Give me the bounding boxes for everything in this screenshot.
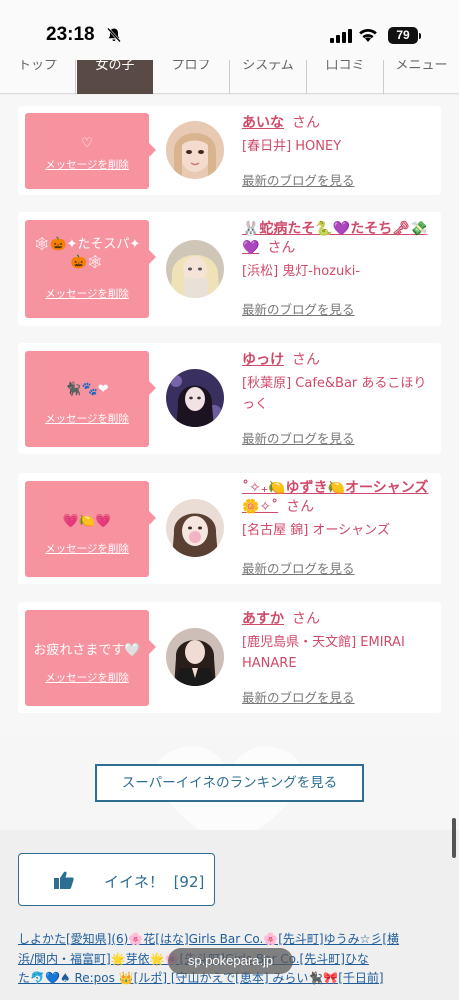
bell-muted-icon — [107, 27, 121, 43]
delete-message-link[interactable]: メッセージを削除 — [25, 411, 149, 426]
girl-info: 🐰蛇病たそ🐍💜たそち🗝💸💜 さん [浜松] 鬼灯-hozuki- — [242, 220, 436, 282]
thumbs-up-icon — [54, 871, 74, 889]
girl-info: ゆっけ さん [秋葉原] Cafe&Bar あるこほりっく — [242, 351, 436, 415]
girl-name-link[interactable]: ゆっけ — [242, 352, 284, 368]
latest-blog-link[interactable]: 最新のブログを見る — [242, 558, 355, 577]
wifi-icon — [359, 28, 377, 42]
honorific: さん — [286, 499, 315, 515]
girl-info: あいな さん [春日井] HONEY — [242, 114, 436, 157]
latest-blog-link[interactable]: 最新のブログを見る — [242, 687, 355, 706]
shop-name: [名古屋 錦] オーシャンズ — [242, 523, 390, 538]
honorific: さん — [292, 115, 320, 131]
shop-name: [秋葉原] Cafe&Bar あるこほりっく — [242, 376, 427, 412]
honorific: さん — [292, 611, 320, 627]
message-text: お疲れさまです🤍 — [33, 643, 141, 658]
message-card: 🕸🎃✦たそスパ✦🎃🕸 メッセージを削除 🐰蛇病たそ🐍💜たそち🗝💸💜 さん [浜松]… — [18, 212, 441, 326]
battery-indicator: 79 — [388, 27, 421, 44]
avatar[interactable] — [166, 499, 224, 557]
message-bubble: 🕸🎃✦たそスパ✦🎃🕸 メッセージを削除 — [25, 220, 156, 318]
message-bubble: 💗🍋💗 メッセージを削除 — [25, 481, 156, 577]
avatar[interactable] — [166, 121, 224, 179]
delete-message-link[interactable]: メッセージを削除 — [25, 541, 149, 556]
girl-name-link[interactable]: あいな — [242, 115, 284, 131]
message-card: 💗🍋💗 メッセージを削除 ˚✧₊🍋ゆずき🍋オーシャンズ🌼✧˚ さん [名古屋 錦]… — [18, 473, 441, 584]
tab-system[interactable]: システム — [230, 60, 307, 94]
avatar[interactable] — [166, 369, 224, 427]
like-count: [92] — [173, 873, 205, 891]
message-text: 🐈‍⬛🐾❤ — [65, 382, 109, 397]
tab-profile[interactable]: プロフ — [153, 60, 230, 94]
delete-message-link[interactable]: メッセージを削除 — [25, 670, 149, 685]
honorific: さん — [292, 352, 320, 368]
shop-name: [春日井] HONEY — [242, 139, 342, 154]
latest-blog-link[interactable]: 最新のブログを見る — [242, 428, 355, 447]
liked-by-links-line-1[interactable]: しよかた[愛知県](6)🌸花[はな]Girls Bar Co.🌸[先斗町]ゆうみ… — [18, 932, 399, 946]
message-text: ♡ — [81, 136, 93, 151]
scrollbar[interactable] — [452, 818, 456, 858]
tab-menu[interactable]: メニュー — [384, 60, 459, 94]
shop-name: [浜松] 鬼灯-hozuki- — [242, 264, 361, 279]
girl-info: ˚✧₊🍋ゆずき🍋オーシャンズ🌼✧˚ さん [名古屋 錦] オーシャンズ — [242, 479, 436, 541]
tab-girls[interactable]: 女の子 — [77, 60, 153, 94]
girl-name-link[interactable]: あすか — [242, 611, 284, 627]
girl-name-link[interactable]: ˚✧₊🍋ゆずき🍋オーシャンズ🌼✧˚ — [242, 480, 428, 515]
message-bubble: 🐈‍⬛🐾❤ メッセージを削除 — [25, 351, 156, 447]
girl-info: あすか さん [鹿児島県・天文館] EMIRAI HANARE — [242, 610, 436, 674]
message-bubble: お疲れさまです🤍 メッセージを削除 — [25, 610, 156, 706]
like-button[interactable]: イイネ！ [92] — [18, 853, 215, 906]
message-card: 🐈‍⬛🐾❤ メッセージを削除 ゆっけ さん [秋葉原] Cafe&Bar あるこほ… — [18, 343, 441, 454]
message-card: お疲れさまです🤍 メッセージを削除 あすか さん [鹿児島県・天文館] EMIRA… — [18, 602, 441, 713]
message-card: ♡ メッセージを削除 あいな さん [春日井] HONEY 最新のブログを見る — [18, 106, 441, 195]
tab-reviews[interactable]: 口コミ — [307, 60, 384, 94]
latest-blog-link[interactable]: 最新のブログを見る — [242, 299, 355, 318]
signal-icon — [330, 29, 352, 43]
status-time: 23:18 — [46, 24, 95, 45]
tab-top[interactable]: トップ — [0, 60, 76, 94]
delete-message-link[interactable]: メッセージを削除 — [25, 157, 149, 172]
avatar[interactable] — [166, 628, 224, 686]
like-label: イイネ！ — [104, 873, 165, 891]
super-like-ranking-button[interactable]: スーパーイイネのランキングを見る — [95, 764, 364, 802]
honorific: さん — [267, 240, 296, 256]
status-bar: 23:18 79 — [0, 0, 459, 60]
shop-nav-tabs: トップ 女の子 プロフ システム 口コミ メニュー — [0, 60, 459, 94]
latest-blog-link[interactable]: 最新のブログを見る — [242, 170, 355, 189]
message-text: 🕸🎃✦たそスパ✦🎃🕸 — [33, 237, 141, 270]
message-bubble: ♡ メッセージを削除 — [25, 113, 156, 189]
avatar[interactable] — [166, 240, 224, 298]
shop-name: [鹿児島県・天文館] EMIRAI HANARE — [242, 635, 405, 671]
message-text: 💗🍋💗 — [62, 514, 112, 529]
delete-message-link[interactable]: メッセージを削除 — [25, 286, 149, 301]
url-pill[interactable]: sp.pokepara.jp — [168, 948, 293, 974]
